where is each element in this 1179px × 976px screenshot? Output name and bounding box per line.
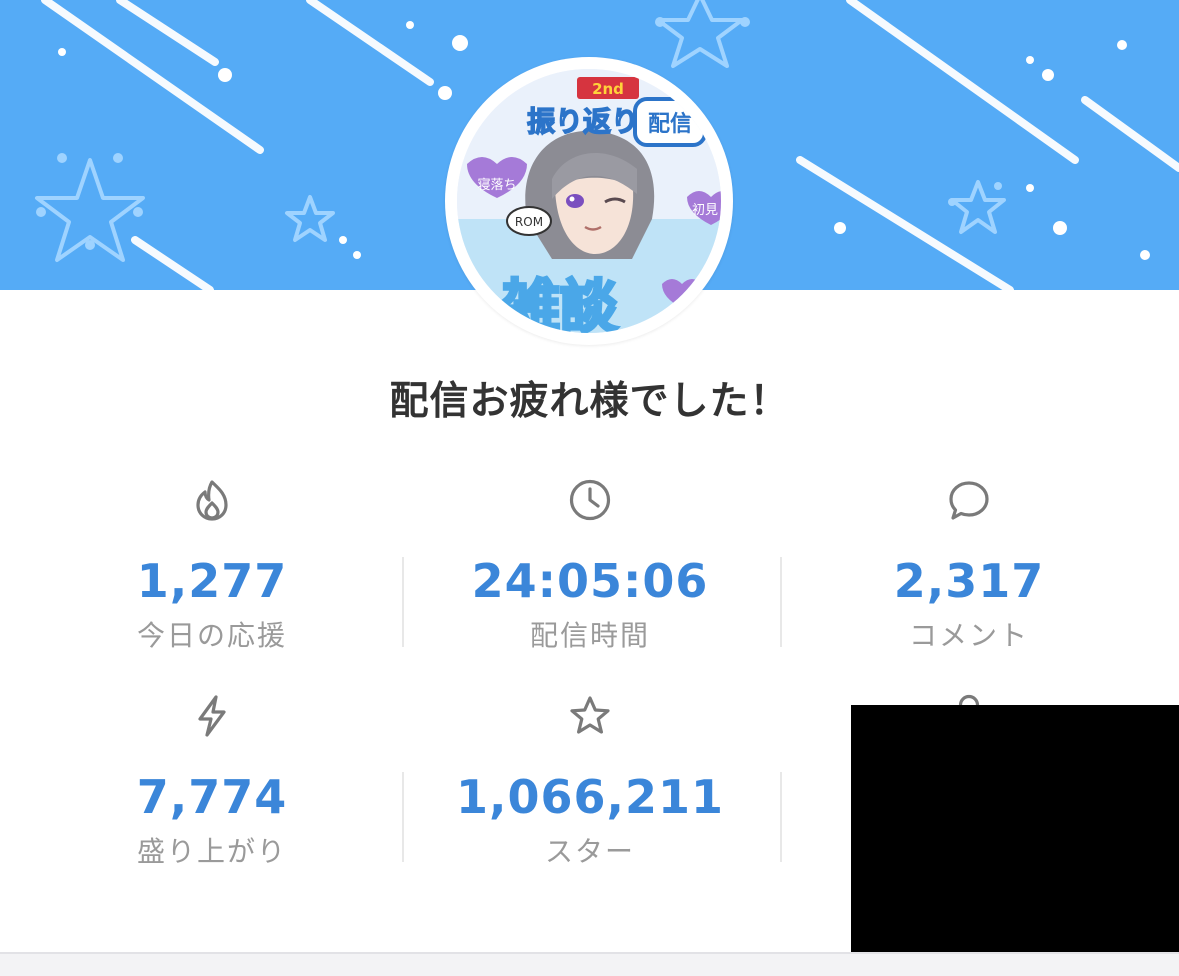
redaction-overlay [851, 705, 1179, 974]
stat-value: 1,066,211 [456, 770, 724, 824]
avatar-illustration: 配信 2nd 振り返り 寝落ち 初見 ROM 雑談 [457, 69, 721, 333]
stat-label: スター [544, 835, 635, 868]
stat-value: 2,317 [893, 554, 1045, 608]
svg-text:振り返り: 振り返り [527, 105, 639, 138]
svg-text:雑談: 雑談 [501, 273, 618, 333]
svg-text:ROM: ROM [515, 215, 543, 229]
divider [402, 772, 404, 862]
bottom-bar [0, 952, 1179, 976]
stat-label: 配信時間 [529, 619, 650, 652]
divider [780, 557, 782, 647]
clock-icon [569, 479, 611, 521]
divider [402, 557, 404, 647]
stat-label: コメント [908, 619, 1029, 652]
stat-label: 盛り上がり [136, 835, 287, 868]
stat-value: 7,774 [136, 770, 288, 824]
flame-icon [196, 480, 228, 521]
comment-icon [949, 481, 989, 520]
stat-value: 24:05:06 [471, 554, 709, 608]
svg-text:寝落ち: 寝落ち [477, 177, 516, 193]
star-icon [570, 696, 610, 734]
svg-text:配信: 配信 [648, 111, 692, 137]
stat-value: 1,277 [136, 554, 288, 608]
svg-text:2nd: 2nd [592, 80, 624, 98]
divider [780, 772, 782, 862]
page-title: 配信お疲れ様でした！ [389, 379, 790, 424]
svg-text:初見: 初見 [692, 203, 718, 218]
stat-label: 今日の応援 [136, 619, 287, 652]
lightning-icon [198, 695, 226, 737]
avatar[interactable]: 配信 2nd 振り返り 寝落ち 初見 ROM 雑談 [445, 57, 733, 345]
avatar-image: 配信 2nd 振り返り 寝落ち 初見 ROM 雑談 [457, 69, 721, 333]
